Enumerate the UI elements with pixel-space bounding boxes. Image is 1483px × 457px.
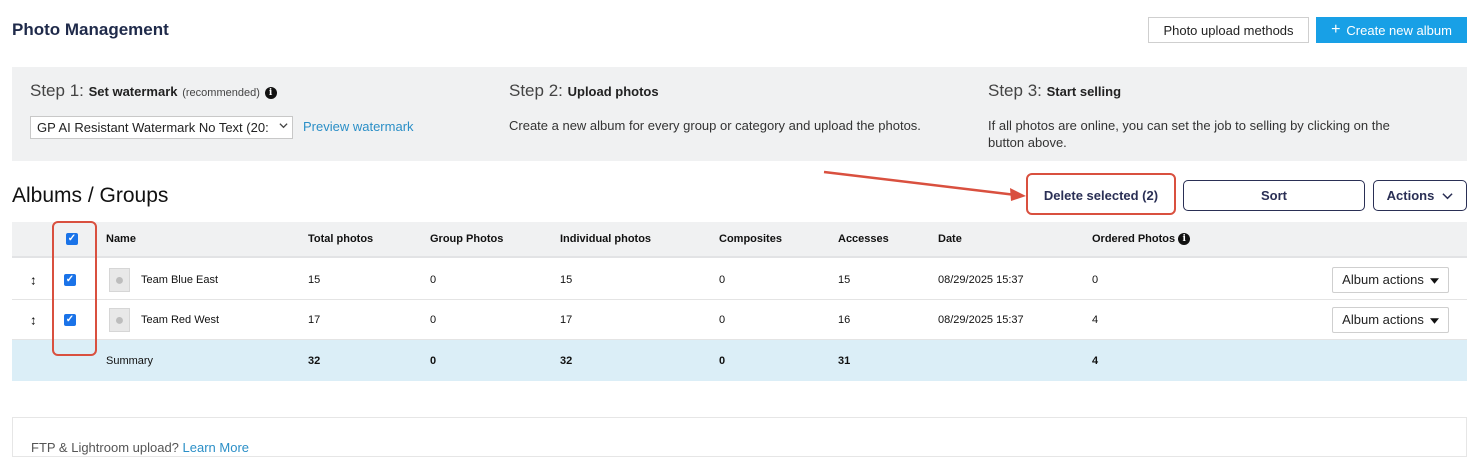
table-row: ↕ ✓ ● Team Red West 17 0 17 0 16 08/29/2… (12, 300, 1467, 340)
ordered-photos-cell: 0 (1092, 273, 1099, 286)
page-title: Photo Management (12, 20, 169, 39)
col-composites[interactable]: Composites (719, 233, 782, 245)
album-actions-button[interactable]: Album actions (1332, 266, 1449, 293)
sort-button[interactable]: Sort (1183, 180, 1365, 211)
col-total-photos[interactable]: Total photos (308, 233, 373, 245)
album-name-link[interactable]: Team Red West (141, 314, 219, 326)
accesses-cell: 15 (838, 273, 851, 286)
col-ordered-photos[interactable]: Ordered Photos i (1092, 233, 1191, 245)
total-photos-cell: 15 (308, 273, 321, 286)
album-actions-label: Album actions (1342, 312, 1424, 327)
chevron-down-icon (279, 121, 288, 132)
individual-photos-cell: 17 (560, 313, 573, 326)
step3-title: Start selling (1046, 84, 1122, 99)
col-ordered-photos-label: Ordered Photos (1092, 233, 1176, 245)
album-thumbnail: ● (109, 307, 130, 332)
album-actions-label: Album actions (1342, 272, 1424, 287)
summary-total-photos: 32 (308, 354, 321, 367)
step3-prefix: Step 3: (988, 81, 1042, 100)
summary-group-photos: 0 (430, 354, 437, 367)
col-group-photos[interactable]: Group Photos (430, 233, 503, 245)
caret-down-icon (1429, 312, 1439, 327)
step3-heading: Step 3: Start selling (988, 81, 1121, 101)
create-new-album-label: Create new album (1346, 22, 1452, 38)
summary-individual-photos: 32 (560, 354, 573, 367)
step1-note: (recommended) (182, 87, 260, 99)
composites-cell: 0 (719, 313, 726, 326)
step3-description-line2: button above. (988, 135, 1067, 150)
caret-down-icon (1429, 272, 1439, 287)
ftp-question: FTP & Lightroom upload? (31, 440, 179, 455)
col-individual-photos[interactable]: Individual photos (560, 233, 651, 245)
total-photos-cell: 17 (308, 313, 321, 326)
summary-label: Summary (106, 354, 154, 367)
step3-description-line1: If all photos are online, you can set th… (988, 118, 1390, 133)
summary-composites: 0 (719, 354, 726, 367)
composites-cell: 0 (719, 273, 726, 286)
steps-panel: Step 1: Set watermark (recommended) i GP… (12, 67, 1467, 161)
summary-ordered-photos: 4 (1092, 354, 1099, 367)
create-new-album-button[interactable]: + Create new album (1316, 17, 1467, 43)
album-thumbnail: ● (109, 267, 130, 292)
preview-watermark-link[interactable]: Preview watermark (303, 119, 414, 134)
drag-handle-icon[interactable]: ↕ (30, 312, 37, 327)
step1-heading: Step 1: Set watermark (recommended) i (30, 81, 277, 101)
individual-photos-cell: 15 (560, 273, 573, 286)
annotation-arrow-icon (823, 170, 1026, 201)
highlight-checkbox-column (52, 221, 97, 356)
ftp-info-box: FTP & Lightroom upload? Learn More (12, 417, 1467, 457)
summary-accesses: 31 (838, 354, 851, 367)
albums-section-title: Albums / Groups (12, 184, 169, 207)
learn-more-link[interactable]: Learn More (183, 440, 249, 455)
actions-label: Actions (1386, 188, 1435, 203)
ordered-photos-cell: 4 (1092, 313, 1099, 326)
step2-heading: Step 2: Upload photos (509, 81, 659, 101)
info-icon[interactable]: i (264, 87, 277, 99)
accesses-cell: 16 (838, 313, 851, 326)
ftp-info-text: FTP & Lightroom upload? Learn More (31, 440, 249, 455)
date-cell: 08/29/2025 15:37 (938, 313, 1024, 326)
step1-title: Set watermark (88, 84, 178, 99)
step2-description: Create a new album for every group or ca… (509, 118, 921, 133)
col-name[interactable]: Name (106, 233, 136, 245)
group-photos-cell: 0 (430, 273, 437, 286)
table-row: ↕ ✓ ● Team Blue East 15 0 15 0 15 08/29/… (12, 260, 1467, 300)
album-name-link[interactable]: Team Blue East (141, 274, 218, 286)
date-cell: 08/29/2025 15:37 (938, 273, 1024, 286)
table-header: ✓ Name Total photos Group Photos Individ… (12, 222, 1467, 258)
album-actions-button[interactable]: Album actions (1332, 306, 1449, 333)
step2-prefix: Step 2: (509, 81, 563, 100)
photo-upload-methods-button[interactable]: Photo upload methods (1148, 17, 1309, 43)
col-date[interactable]: Date (938, 233, 962, 245)
actions-button[interactable]: Actions (1373, 180, 1467, 211)
watermark-select-value: GP AI Resistant Watermark No Text (20: (37, 120, 269, 135)
chevron-down-icon (1442, 188, 1453, 203)
drag-handle-icon[interactable]: ↕ (30, 272, 37, 287)
plus-icon: + (1331, 21, 1341, 38)
summary-row: Summary 32 0 32 0 31 4 (12, 340, 1467, 381)
step1-prefix: Step 1: (30, 81, 84, 100)
group-photos-cell: 0 (430, 313, 437, 326)
step2-title: Upload photos (567, 84, 659, 99)
delete-selected-button[interactable]: Delete selected (2) (1031, 180, 1171, 211)
info-icon[interactable]: i (1178, 233, 1191, 245)
watermark-select[interactable]: GP AI Resistant Watermark No Text (20: (30, 116, 293, 139)
col-accesses[interactable]: Accesses (838, 233, 889, 245)
